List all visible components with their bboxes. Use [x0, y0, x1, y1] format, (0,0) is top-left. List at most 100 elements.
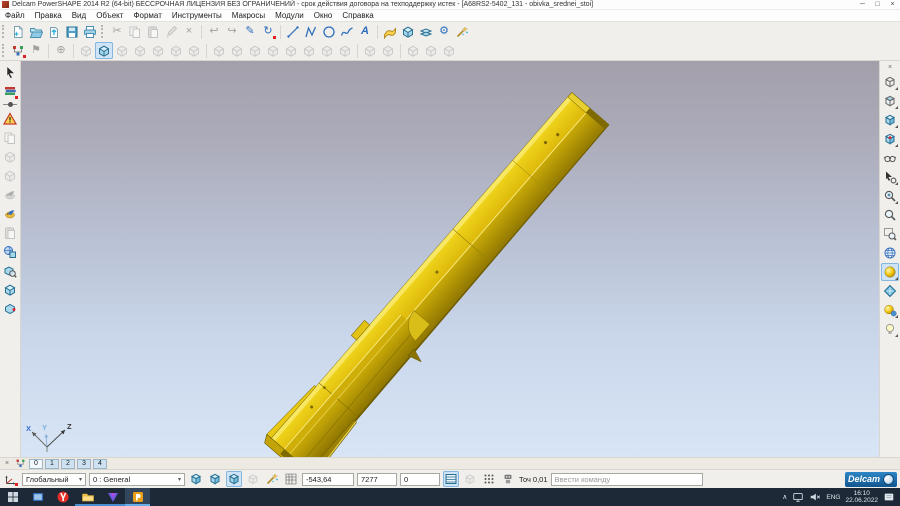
solid-tool-2[interactable] — [228, 42, 246, 59]
tolerance-indicator[interactable]: Точ 0,01 — [519, 475, 548, 484]
morph-tool-button[interactable] — [1, 148, 19, 166]
view-orientation-button[interactable] — [881, 130, 899, 148]
solid-tool-5[interactable] — [282, 42, 300, 59]
wrap-tool-button[interactable] — [1, 167, 19, 185]
menu-macros[interactable]: Макросы — [227, 10, 270, 22]
create-solid-button[interactable] — [399, 23, 417, 40]
rotate-view-button[interactable] — [881, 282, 899, 300]
print-button[interactable] — [81, 23, 99, 40]
taskbar-app-cad[interactable] — [100, 488, 125, 506]
model-tree-button[interactable] — [9, 42, 27, 59]
rail-close-button[interactable]: × — [888, 63, 892, 72]
create-feature-button[interactable] — [417, 23, 435, 40]
paint-tool-button[interactable] — [1, 205, 19, 223]
zoom-full-button[interactable] — [881, 206, 899, 224]
network-icon[interactable] — [792, 491, 804, 503]
shading-mode-button[interactable] — [881, 263, 899, 281]
grid-button[interactable] — [283, 471, 299, 487]
create-surface-button[interactable] — [381, 23, 399, 40]
taskbar-app-yandex[interactable] — [50, 488, 75, 506]
menu-format[interactable]: Формат — [128, 10, 166, 22]
new-file-button[interactable] — [9, 23, 27, 40]
feature-tool-2[interactable] — [379, 42, 397, 59]
flag-icon[interactable]: ⚑ — [31, 45, 41, 56]
shaded-solid-button[interactable] — [1, 281, 19, 299]
coord-system-select[interactable]: Глобальный ▾ — [22, 473, 86, 486]
assembly-tool-3[interactable] — [440, 42, 458, 59]
workplane-view-4-button[interactable] — [245, 471, 261, 487]
wing-tool-button[interactable] — [1, 186, 19, 204]
workplane-tab-1[interactable]: 1 — [45, 459, 59, 469]
delete-icon[interactable]: × — [186, 26, 192, 37]
workplane-tab-2[interactable]: 2 — [61, 459, 75, 469]
import-button[interactable] — [45, 23, 63, 40]
graphics-viewport[interactable]: X Y Z — [21, 61, 879, 457]
workplane-view-3-button[interactable] — [226, 471, 242, 487]
assembly-tool-1[interactable] — [404, 42, 422, 59]
plus-icon[interactable]: ⊕ — [56, 45, 65, 56]
lighting-button[interactable] — [881, 320, 899, 338]
coord-y-field[interactable]: 7277 — [357, 473, 397, 486]
workplane-view-1-button[interactable] — [188, 471, 204, 487]
surface-tool-3[interactable] — [113, 42, 131, 59]
solid-tool-1[interactable] — [210, 42, 228, 59]
model-doctor-button[interactable] — [1, 110, 19, 128]
toolbar-grip[interactable] — [2, 44, 7, 57]
workplane-icon[interactable] — [13, 458, 27, 469]
probe-button[interactable] — [500, 471, 516, 487]
tray-clock[interactable]: 16:10 22.06.2022 — [845, 490, 878, 505]
workplane-tab-0[interactable]: 0 — [29, 459, 43, 469]
assembly-tool-2[interactable] — [422, 42, 440, 59]
mini-toolbar-button[interactable] — [462, 471, 478, 487]
menu-window[interactable]: Окно — [309, 10, 338, 22]
select-cursor-button[interactable] — [1, 63, 19, 81]
minimize-button[interactable]: ─ — [855, 0, 870, 10]
zoom-in-out-button[interactable] — [881, 187, 899, 205]
feature-tool-1[interactable] — [361, 42, 379, 59]
workplane-axes-icon[interactable] — [3, 471, 19, 487]
coord-x-field[interactable]: -543,64 — [302, 473, 354, 486]
solid-tool-3[interactable] — [246, 42, 264, 59]
solid-tool-6[interactable] — [300, 42, 318, 59]
wizard-button[interactable] — [453, 23, 471, 40]
position-list-button[interactable] — [443, 471, 459, 487]
render-quality-button[interactable] — [881, 301, 899, 319]
surface-tool-4[interactable] — [131, 42, 149, 59]
paste-button[interactable] — [144, 23, 162, 40]
menu-edit[interactable]: Правка — [30, 10, 67, 22]
maximize-button[interactable]: □ — [870, 0, 885, 10]
menu-tools[interactable]: Инструменты — [167, 10, 227, 22]
level-select[interactable]: 0 : General ▾ — [89, 473, 185, 486]
menu-help[interactable]: Справка — [337, 10, 378, 22]
world-analysis-button[interactable] — [1, 243, 19, 261]
globe-view-button[interactable] — [881, 244, 899, 262]
redo-icon[interactable]: ↪ — [227, 26, 236, 37]
copy-button[interactable] — [126, 23, 144, 40]
create-polyline-button[interactable] — [302, 23, 320, 40]
rebuild-icon[interactable]: ↻ — [263, 26, 272, 37]
delcam-badge[interactable]: Delcam — [845, 472, 897, 487]
zoom-to-box-button[interactable] — [881, 225, 899, 243]
workplane-tab-4[interactable]: 4 — [93, 459, 107, 469]
workplane-view-2-button[interactable] — [207, 471, 223, 487]
tray-language[interactable]: ENG — [826, 494, 840, 501]
taskbar-app-explorer[interactable] — [75, 488, 100, 506]
dynamic-section-button[interactable] — [881, 149, 899, 167]
create-curve-button[interactable] — [338, 23, 356, 40]
start-button[interactable] — [0, 488, 25, 506]
format-brush-button[interactable] — [162, 23, 180, 40]
solid-tool-8[interactable] — [336, 42, 354, 59]
taskbar-app-browser[interactable] — [25, 488, 50, 506]
tabs-close-button[interactable]: × — [3, 460, 11, 467]
toolbar-grip[interactable] — [2, 25, 7, 38]
undo-icon[interactable]: ↩ — [209, 26, 218, 37]
catalog-button[interactable] — [1, 82, 19, 100]
close-button[interactable]: × — [885, 0, 900, 10]
menu-view[interactable]: Вид — [67, 10, 91, 22]
snap-wizard-button[interactable] — [264, 471, 280, 487]
surface-tool-7[interactable] — [185, 42, 203, 59]
surface-tool-5[interactable] — [149, 42, 167, 59]
scissors-icon[interactable]: ✂ — [112, 26, 121, 37]
menu-modules[interactable]: Модули — [270, 10, 309, 22]
opacity-slider[interactable] — [3, 101, 17, 109]
